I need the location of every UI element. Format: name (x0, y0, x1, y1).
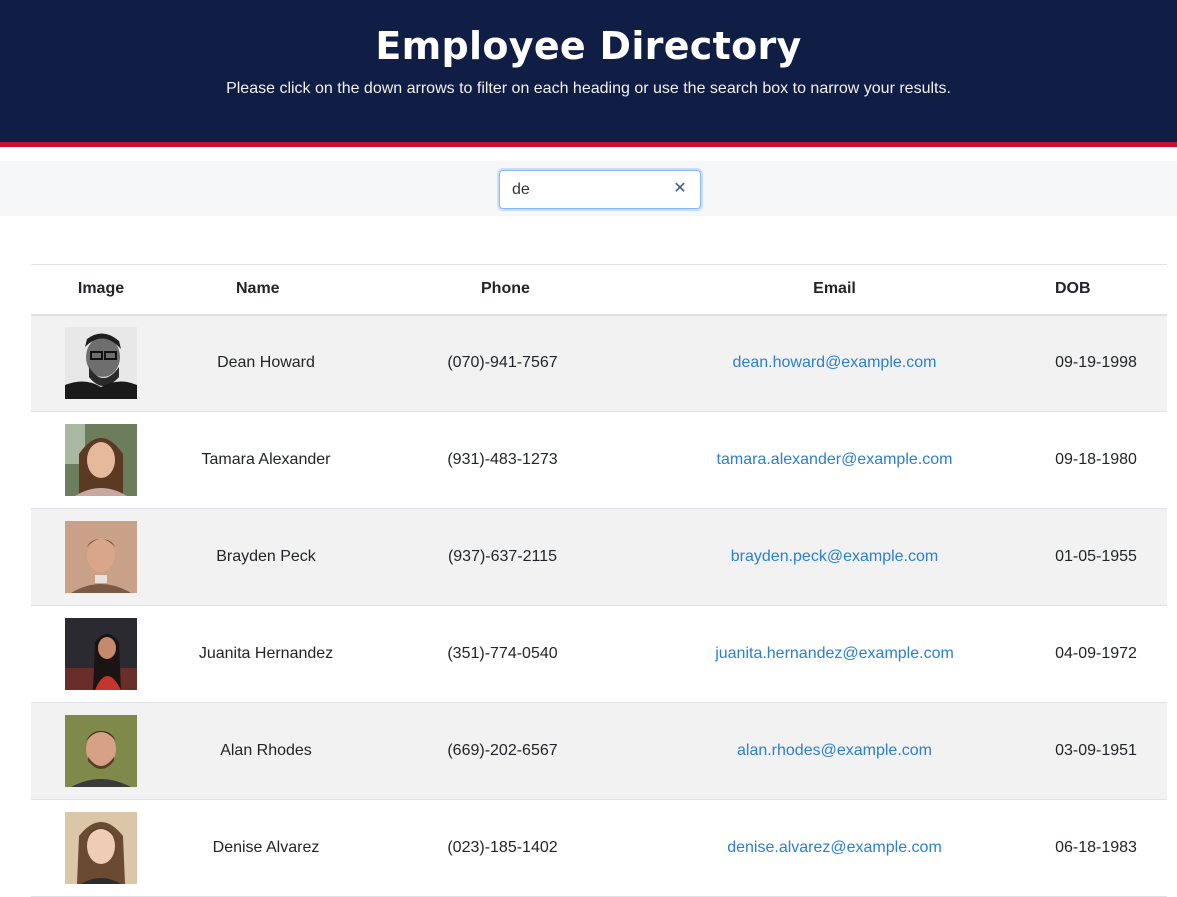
name-cell: Brayden Peck (216, 548, 316, 565)
table-row: Juanita Hernandez (351)-774-0540 juanita… (31, 606, 1167, 703)
search-input[interactable] (512, 179, 662, 201)
name-cell: Denise Alvarez (212, 839, 320, 856)
name-cell: Alan Rhodes (220, 742, 312, 759)
table-row: Denise Alvarez (023)-185-1402 denise.alv… (31, 800, 1167, 897)
name-cell: Tamara Alexander (201, 451, 331, 468)
phone-cell: (931)-483-1273 (447, 451, 558, 468)
email-link[interactable]: dean.howard@example.com (733, 354, 937, 371)
employee-table: Image Name Phone Email DOB Dean Howard (… (31, 264, 1167, 897)
image-cell (31, 509, 171, 606)
table-row: Tamara Alexander (931)-483-1273 tamara.a… (31, 412, 1167, 509)
email-cell: alan.rhodes@example.com (644, 703, 1025, 800)
avatar (65, 715, 137, 787)
email-link[interactable]: juanita.hernandez@example.com (715, 645, 954, 662)
image-cell (31, 606, 171, 703)
table-row: Brayden Peck (937)-637-2115 brayden.peck… (31, 508, 1167, 606)
search-box[interactable]: ✕ (499, 170, 701, 209)
employee-table-container: Image Name Phone Email DOB Dean Howard (… (31, 264, 1167, 897)
image-cell (31, 315, 171, 412)
avatar (65, 618, 137, 690)
email-link[interactable]: alan.rhodes@example.com (737, 742, 932, 759)
dob-cell: 06-18-1983 (1055, 839, 1137, 856)
dob-cell: 03-09-1951 (1055, 742, 1137, 759)
email-link[interactable]: brayden.peck@example.com (731, 548, 938, 565)
avatar (65, 521, 137, 593)
email-link[interactable]: denise.alvarez@example.com (727, 839, 942, 856)
image-cell (31, 412, 171, 509)
avatar (65, 327, 137, 400)
avatar (65, 812, 137, 884)
email-cell: dean.howard@example.com (644, 315, 1025, 412)
column-header-dob[interactable]: DOB (1025, 265, 1167, 315)
phone-cell: (070)-941-7567 (447, 354, 558, 372)
avatar (65, 424, 137, 496)
close-icon[interactable]: ✕ (672, 181, 688, 197)
dob-cell: 01-05-1955 (1055, 548, 1137, 565)
dob-cell: 09-19-1998 (1055, 354, 1137, 372)
dob-cell: 09-18-1980 (1055, 451, 1137, 468)
name-cell: Juanita Hernandez (198, 645, 334, 662)
name-cell: Dean Howard (217, 354, 315, 372)
phone-cell: (937)-637-2115 (447, 548, 558, 565)
email-link[interactable]: tamara.alexander@example.com (717, 451, 953, 468)
dob-cell: 04-09-1972 (1055, 645, 1137, 662)
column-header-image[interactable]: Image (31, 265, 171, 315)
column-header-name[interactable]: Name (171, 265, 361, 315)
column-header-phone[interactable]: Phone (361, 265, 644, 315)
image-cell (31, 800, 171, 897)
email-cell: juanita.hernandez@example.com (644, 606, 1025, 703)
column-header-email[interactable]: Email (644, 265, 1025, 315)
phone-cell: (023)-185-1402 (447, 839, 558, 856)
page-subtitle: Please click on the down arrows to filte… (226, 80, 951, 97)
table-row: Dean Howard (070)-941-7567 dean.howard@e… (31, 314, 1167, 412)
table-header-row: Image Name Phone Email DOB (31, 264, 1167, 315)
email-cell: brayden.peck@example.com (644, 509, 1025, 606)
phone-cell: (351)-774-0540 (447, 645, 558, 662)
page-title: Employee Directory (375, 24, 802, 68)
page-header: Employee Directory Please click on the d… (0, 0, 1177, 147)
phone-cell: (669)-202-6567 (447, 742, 558, 759)
email-cell: tamara.alexander@example.com (644, 412, 1025, 509)
email-cell: denise.alvarez@example.com (644, 800, 1025, 897)
table-row: Alan Rhodes (669)-202-6567 alan.rhodes@e… (31, 702, 1167, 800)
search-bar: ✕ (0, 161, 1177, 216)
image-cell (31, 703, 171, 800)
